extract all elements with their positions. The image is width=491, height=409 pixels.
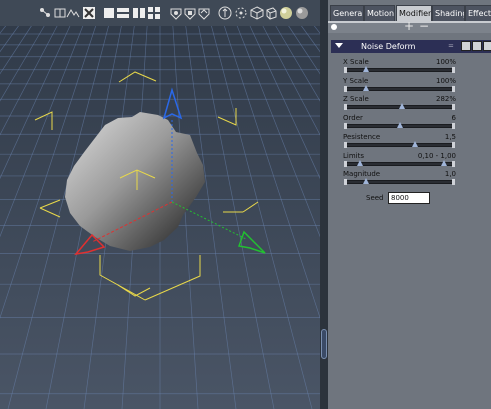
param-label: Order: [343, 114, 363, 123]
add-modifier-button[interactable]: +: [404, 20, 414, 32]
param-row-magnitude: Magnitude 1,0: [328, 170, 491, 188]
param-value: 100%: [435, 58, 456, 66]
remove-modifier-button[interactable]: −: [419, 20, 429, 32]
render-settings-icon[interactable]: [169, 6, 183, 20]
param-value: 1,0: [444, 170, 456, 179]
slider-left-cap: [344, 179, 347, 186]
divider-grip-handle[interactable]: [321, 329, 327, 359]
lights-settings-icon[interactable]: [197, 6, 211, 20]
slider-left-cap: [344, 123, 347, 130]
header-extra-glyph: =: [448, 42, 454, 50]
slider-right-cap: [452, 67, 455, 73]
param-label: Pesistence: [343, 132, 381, 141]
3d-viewport[interactable]: [0, 0, 320, 409]
param-slider[interactable]: [344, 122, 455, 130]
properties-panel: General Motion Modifier Shading Effects …: [328, 0, 491, 409]
collapse-triangle-icon[interactable]: [335, 43, 343, 48]
param-slider[interactable]: [344, 178, 455, 186]
viewport-scene[interactable]: [0, 0, 320, 409]
split-vertical-icon[interactable]: [132, 6, 146, 20]
slider-right-cap: [452, 179, 455, 186]
seed-input[interactable]: [388, 192, 430, 204]
slider-thumb[interactable]: [362, 178, 369, 185]
param-value: 6: [451, 114, 456, 123]
param-value: 0,10 - 1,00: [417, 151, 456, 160]
slider-right-cap: [452, 141, 455, 148]
wireframe-cube-icon[interactable]: [264, 6, 278, 20]
modifier-stack-bar: + −: [328, 20, 491, 33]
quad-view-icon[interactable]: [147, 6, 161, 20]
param-value: 282%: [435, 95, 456, 104]
rotate-tool-icon[interactable]: [234, 6, 248, 20]
noise-deform-title: Noise Deform: [361, 42, 416, 51]
slider-right-cap: [452, 85, 455, 92]
settings-gear-icon[interactable]: [461, 41, 471, 51]
move-view-icon[interactable]: [38, 6, 52, 20]
slider-left-cap: [344, 85, 347, 92]
close-view-icon[interactable]: [82, 6, 96, 20]
viewport-toolbar: [0, 0, 320, 26]
landscape-view-icon[interactable]: [66, 6, 80, 20]
param-row-pesistence: Pesistence 1,5: [328, 133, 491, 151]
param-slider[interactable]: [344, 84, 455, 92]
camera-view-icon[interactable]: [53, 6, 67, 20]
slider-thumb[interactable]: [356, 159, 363, 166]
param-row-order: Order 6: [328, 114, 491, 132]
param-label: Magnitude: [343, 170, 381, 179]
tab-general[interactable]: General: [330, 5, 364, 21]
slider-right-cap: [452, 160, 455, 167]
slider-left-cap: [344, 104, 347, 111]
slider-thumb[interactable]: [412, 140, 419, 147]
noise-deform-header[interactable]: Noise Deform =: [331, 40, 491, 53]
param-row-limits: Limits 0,10 - 1,00: [328, 152, 491, 170]
modifier-bullet-icon[interactable]: [331, 24, 337, 30]
scale-tool-icon[interactable]: [250, 6, 264, 20]
slider-thumb[interactable]: [398, 103, 405, 110]
slider-left-cap: [344, 160, 347, 167]
param-slider[interactable]: [344, 159, 455, 167]
move-tool-icon[interactable]: [218, 6, 232, 20]
param-slider[interactable]: [344, 103, 455, 111]
slider-left-cap: [344, 141, 347, 148]
tab-shading[interactable]: Shading: [432, 5, 465, 21]
textured-sphere-icon[interactable]: [295, 6, 309, 20]
param-value: 100%: [435, 76, 456, 85]
object-settings-icon[interactable]: [183, 6, 197, 20]
param-row-y-scale: Y Scale 100%: [328, 77, 491, 95]
shaded-sphere-icon[interactable]: [279, 6, 293, 20]
single-view-icon[interactable]: [102, 6, 116, 20]
seed-label: Seed: [366, 194, 384, 202]
edit-preset-icon[interactable]: [483, 41, 491, 51]
slider-thumb[interactable]: [396, 122, 403, 129]
slider-thumb[interactable]: [362, 84, 369, 91]
seed-row: Seed: [328, 192, 491, 206]
param-slider[interactable]: [344, 140, 455, 148]
param-label: Z Scale: [343, 95, 369, 104]
param-row-z-scale: Z Scale 282%: [328, 95, 491, 113]
param-value: 1,5: [444, 132, 456, 141]
slider-left-cap: [344, 67, 347, 73]
slider-right-cap: [452, 123, 455, 130]
tab-effects[interactable]: Effects: [465, 5, 491, 21]
save-preset-icon[interactable]: [472, 41, 482, 51]
split-horizontal-icon[interactable]: [116, 6, 130, 20]
param-row-x-scale: X Scale 100%: [328, 58, 491, 76]
slider-right-cap: [452, 104, 455, 111]
param-slider[interactable]: [344, 66, 455, 73]
slider-thumb[interactable]: [440, 159, 447, 166]
slider-thumb[interactable]: [362, 66, 369, 72]
tab-motion[interactable]: Motion: [364, 5, 395, 21]
